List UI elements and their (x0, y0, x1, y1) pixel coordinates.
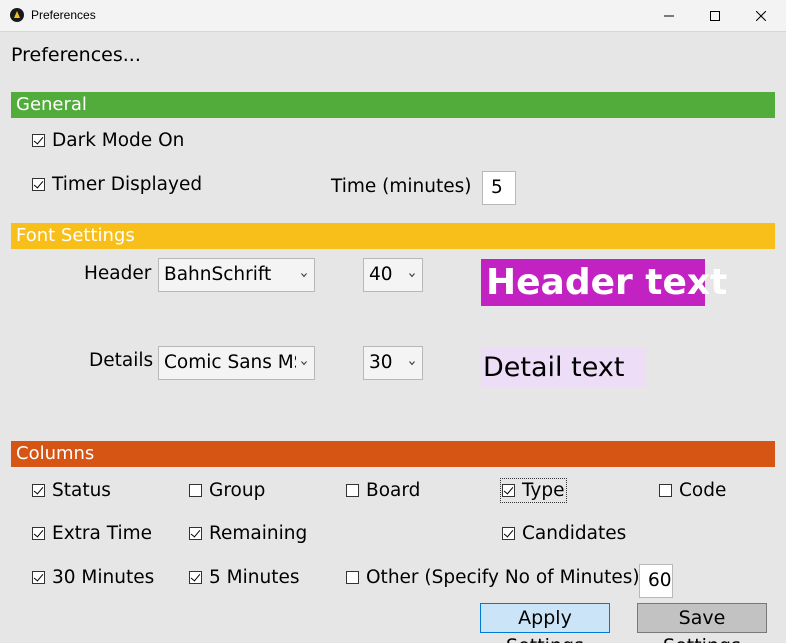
section-general-header: General (11, 92, 775, 118)
close-icon (756, 11, 766, 21)
header-text-preview: Header text (481, 259, 727, 306)
column-candidates-label: Candidates (522, 523, 627, 544)
column-extra-time-checkbox[interactable]: Extra Time (32, 523, 152, 544)
header-font-value: BahnSchrift (164, 264, 272, 285)
checkbox-box[interactable] (346, 571, 359, 584)
section-columns-header: Columns (11, 441, 775, 467)
time-minutes-label: Time (minutes) (331, 176, 472, 197)
checkbox-box[interactable] (32, 134, 45, 147)
checkbox-box[interactable] (32, 571, 45, 584)
minimize-button[interactable] (646, 0, 692, 32)
details-size-select[interactable]: 30 (363, 346, 423, 380)
column-group-label: Group (209, 480, 266, 501)
details-font-label: Details (89, 350, 154, 371)
section-font-settings-header: Font Settings (11, 223, 775, 249)
checkbox-box[interactable] (502, 527, 515, 540)
column-candidates-checkbox[interactable]: Candidates (502, 523, 626, 544)
checkbox-box[interactable] (189, 484, 202, 497)
save-settings-button[interactable]: Save Settings (637, 603, 767, 643)
checkbox-box[interactable] (346, 484, 359, 497)
maximize-button[interactable] (692, 0, 738, 32)
column-board-label: Board (366, 480, 421, 501)
column-status-label: Status (52, 480, 111, 501)
column-status-checkbox[interactable]: Status (32, 480, 111, 501)
dark-mode-checkbox[interactable]: Dark Mode On (32, 130, 184, 151)
column-group-checkbox[interactable]: Group (189, 480, 265, 501)
checkbox-box[interactable] (502, 484, 515, 497)
column-remaining-label: Remaining (209, 523, 308, 544)
time-minutes-input[interactable]: 5 (482, 171, 516, 205)
checkbox-box[interactable] (32, 484, 45, 497)
details-font-select[interactable]: Comic Sans MS (158, 346, 315, 380)
checkbox-box[interactable] (32, 178, 45, 191)
column-5-minutes-checkbox[interactable]: 5 Minutes (189, 567, 299, 588)
maximize-icon (710, 11, 720, 21)
checkbox-box[interactable] (189, 527, 202, 540)
chevron-down-icon (301, 273, 307, 278)
column-other-checkbox[interactable]: Other (Specify No of Minutes) (346, 567, 640, 588)
column-30-minutes-checkbox[interactable]: 30 Minutes (32, 567, 154, 588)
detail-text-preview: Detail text (481, 347, 646, 387)
checkbox-box[interactable] (189, 571, 202, 584)
close-button[interactable] (738, 0, 784, 32)
dark-mode-label: Dark Mode On (52, 130, 185, 151)
header-font-label: Header (84, 263, 152, 284)
window-title: Preferences (31, 8, 96, 22)
details-size-value: 30 (369, 352, 393, 373)
checkbox-box[interactable] (659, 484, 672, 497)
header-font-select[interactable]: BahnSchrift (158, 258, 315, 292)
column-30-minutes-label: 30 Minutes (52, 567, 155, 588)
details-font-value: Comic Sans MS (164, 352, 296, 373)
timer-displayed-label: Timer Displayed (52, 174, 203, 195)
column-extra-time-label: Extra Time (52, 523, 152, 544)
apply-settings-button[interactable]: Apply Settings (480, 603, 610, 643)
timer-displayed-checkbox[interactable]: Timer Displayed (32, 174, 202, 195)
checkbox-box[interactable] (32, 527, 45, 540)
column-code-checkbox[interactable]: Code (659, 480, 726, 501)
column-board-checkbox[interactable]: Board (346, 480, 420, 501)
chevron-down-icon (409, 361, 415, 366)
page-title: Preferences... (11, 44, 141, 66)
minimize-icon (664, 15, 674, 17)
chevron-down-icon (301, 361, 307, 366)
column-code-label: Code (679, 480, 727, 501)
column-remaining-checkbox[interactable]: Remaining (189, 523, 307, 544)
title-bar: Preferences (0, 0, 786, 32)
chevron-down-icon (409, 273, 415, 278)
column-type-label: Type (522, 480, 565, 501)
column-5-minutes-label: 5 Minutes (209, 567, 300, 588)
header-size-value: 40 (369, 264, 393, 285)
other-minutes-input[interactable]: 60 (639, 564, 673, 598)
column-other-label: Other (Specify No of Minutes) (366, 567, 640, 588)
app-logo-icon (10, 8, 24, 22)
column-type-checkbox[interactable]: Type (500, 478, 567, 503)
header-size-select[interactable]: 40 (363, 258, 423, 292)
